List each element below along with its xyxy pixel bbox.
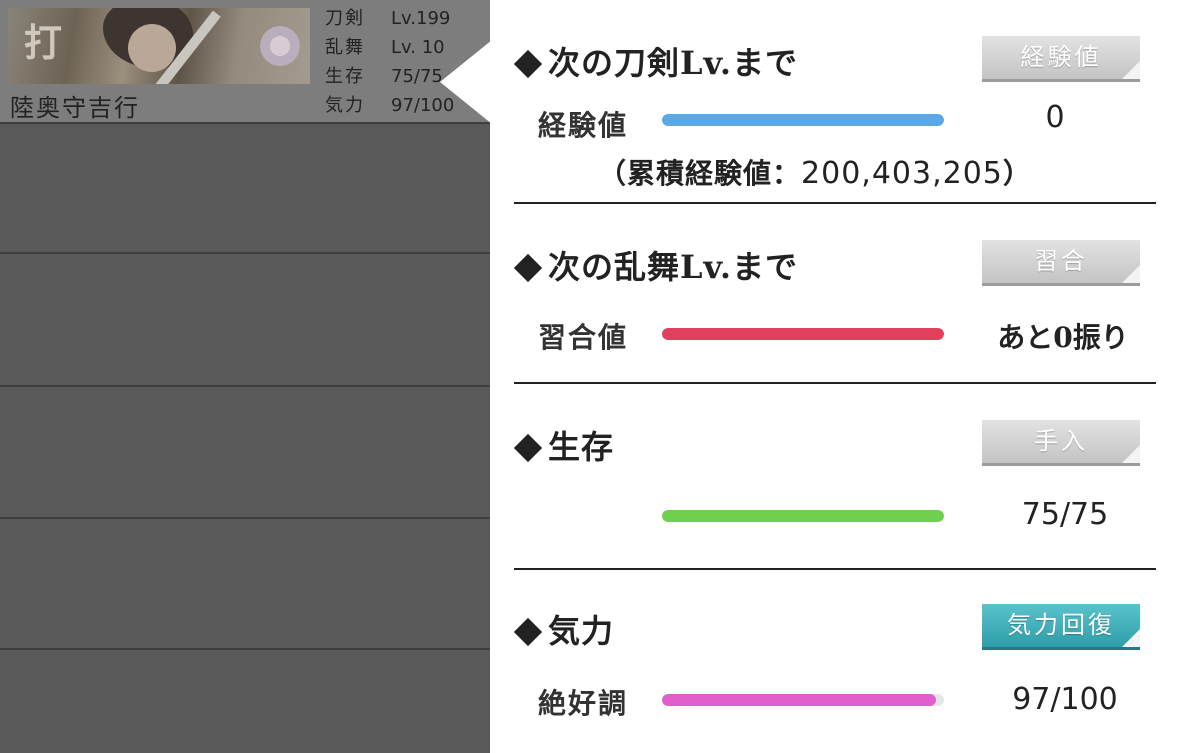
fatigue-bar xyxy=(662,694,944,706)
synthesis-bar xyxy=(662,328,944,340)
stat-label: 乱舞 xyxy=(325,37,365,58)
section-divider xyxy=(514,382,1156,384)
section-title: 気力 xyxy=(513,606,615,652)
section-title: 次の乱舞Lv.まで xyxy=(513,242,799,288)
unit-portrait: 打 xyxy=(8,8,310,84)
section-title-text: 気力 xyxy=(548,612,615,650)
section-divider xyxy=(514,568,1156,570)
stat-value: Lv.199 xyxy=(391,8,451,29)
unit-card[interactable]: 打 陸奥守吉行 刀剣 Lv.199 乱舞 Lv. 10 生存 75/75 気力 97/1… xyxy=(0,0,500,124)
experience-value: 0 xyxy=(1045,100,1065,135)
stat-label: 生存 xyxy=(325,66,365,87)
stat-value: 75/75 xyxy=(391,66,443,87)
stat-value: Lv. 10 xyxy=(391,37,445,58)
fatigue-value: 97/100 xyxy=(1012,682,1118,717)
cumulative-suffix: ） xyxy=(1002,157,1032,190)
cherry-blossom-icon xyxy=(260,26,300,66)
synthesis-value: あと0振り xyxy=(997,321,1129,354)
experience-bar xyxy=(662,114,944,126)
experience-button[interactable]: 経験値 xyxy=(982,36,1140,82)
popup-pointer xyxy=(440,40,492,124)
stat-label: 刀剣 xyxy=(325,8,365,29)
section-title-text: 生存 xyxy=(548,428,615,466)
condition-label: 絶好調 xyxy=(538,687,629,720)
list-row-divider xyxy=(0,385,500,387)
fatigue-bar-fill xyxy=(662,694,936,706)
repair-button[interactable]: 手入 xyxy=(982,420,1140,466)
diamond-icon xyxy=(513,433,543,462)
synthesis-bar-fill xyxy=(662,328,944,340)
survival-value: 75/75 xyxy=(1021,497,1109,532)
unit-name: 陸奥守吉行 xyxy=(10,94,140,122)
status-detail-popup: 次の刀剣Lv.まで 経験値 経験値 0 （累積経験値：200,403,205） … xyxy=(440,0,1200,753)
cumulative-prefix: （累積経験値： xyxy=(598,157,802,190)
section-title: 生存 xyxy=(513,422,615,468)
list-row-divider xyxy=(0,517,500,519)
diamond-icon xyxy=(513,253,543,282)
stat-row-sword-level: 刀剣 Lv.199 xyxy=(325,4,495,33)
list-row-divider xyxy=(0,648,500,650)
cumulative-value: 200,403,205 xyxy=(801,156,1003,191)
list-row-divider xyxy=(0,252,500,254)
fatigue-recovery-button[interactable]: 気力回復 xyxy=(982,604,1140,650)
section-divider xyxy=(514,202,1156,204)
diamond-icon xyxy=(513,49,543,78)
unit-list: 打 陸奥守吉行 刀剣 Lv.199 乱舞 Lv. 10 生存 75/75 気力 97/1… xyxy=(0,0,500,753)
section-title: 次の刀剣Lv.まで xyxy=(513,38,799,84)
survival-bar-fill xyxy=(662,510,944,522)
synthesis-label: 習合値 xyxy=(538,321,629,354)
cumulative-experience: （累積経験値：200,403,205） xyxy=(598,152,1032,192)
section-title-text: 次の刀剣Lv.まで xyxy=(548,44,799,82)
survival-bar xyxy=(662,510,944,522)
section-title-text: 次の乱舞Lv.まで xyxy=(548,248,799,286)
stat-label: 気力 xyxy=(325,95,365,116)
diamond-icon xyxy=(513,617,543,646)
experience-bar-fill xyxy=(662,114,944,126)
synthesis-button[interactable]: 習合 xyxy=(982,240,1140,286)
experience-label: 経験値 xyxy=(538,109,629,142)
sword-type-glyph: 打 xyxy=(23,20,62,65)
